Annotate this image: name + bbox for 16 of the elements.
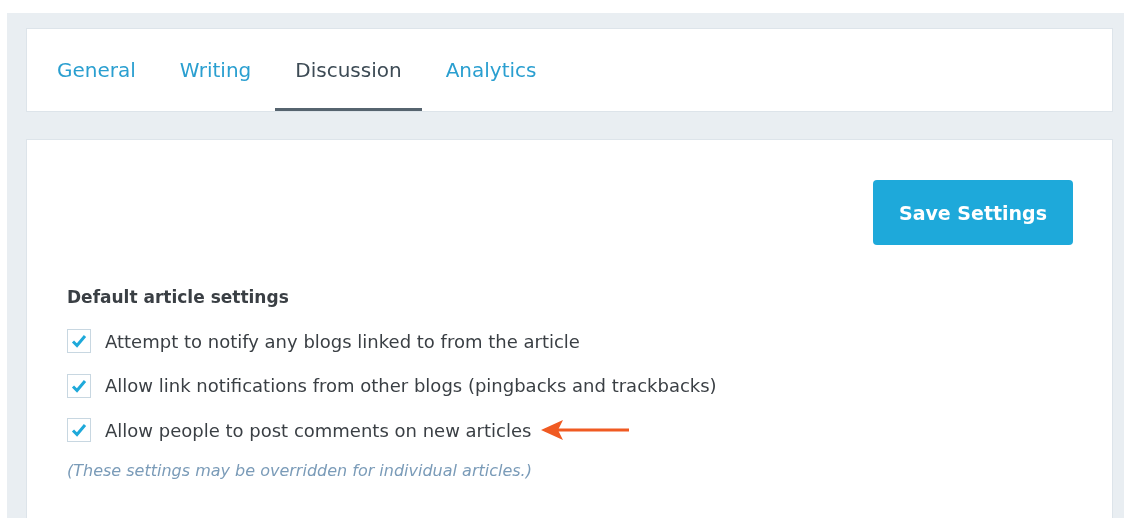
tab[interactable]: Discussion	[275, 29, 422, 111]
tab[interactable]: Writing	[159, 29, 272, 111]
tab[interactable]: Analytics	[425, 29, 557, 111]
checkbox[interactable]	[67, 373, 91, 398]
checkmark-icon	[71, 423, 87, 438]
tab[interactable]: General	[37, 29, 156, 111]
checkbox-label: Allow link notifications from other blogs (pingbacks and trackbacks)	[105, 375, 717, 397]
checkbox[interactable]	[67, 329, 91, 354]
checkbox-label: Allow people to post comments on new articles	[105, 419, 532, 441]
save-button[interactable]: Save Settings	[873, 180, 1073, 245]
checkmark-icon	[71, 334, 87, 349]
section-title: Default article settings	[67, 287, 290, 307]
note-text: (These settings may be overridden for individual articles.)	[67, 460, 533, 480]
checkbox[interactable]	[67, 418, 91, 443]
checkbox-label: Attempt to notify any blogs linked to from the article	[105, 330, 580, 352]
checkmark-icon	[71, 378, 87, 393]
